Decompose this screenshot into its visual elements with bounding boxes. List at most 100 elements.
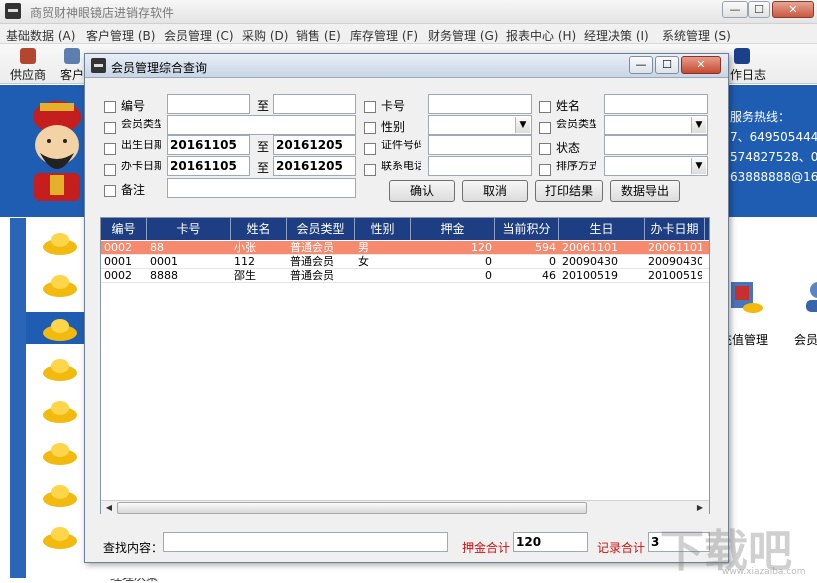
gender-select[interactable]: ▼	[428, 115, 532, 135]
column-header[interactable]: 押金	[411, 218, 495, 240]
table-cell	[358, 269, 408, 283]
sort-select[interactable]: ▼	[604, 156, 708, 176]
gold-ingot-icon[interactable]	[40, 230, 80, 256]
member-type-input[interactable]	[167, 115, 356, 135]
status-checkbox[interactable]	[539, 143, 551, 155]
birthday-checkbox[interactable]	[104, 143, 116, 155]
column-header[interactable]: 当前积分	[495, 218, 559, 240]
status-input[interactable]	[604, 135, 708, 155]
card-date-checkbox[interactable]	[104, 164, 116, 176]
table-cell: 594	[535, 241, 556, 254]
menu-basic-data[interactable]: 基础数据 (A)	[6, 27, 75, 44]
cancel-button[interactable]: 取消	[462, 180, 528, 202]
remark-checkbox[interactable]	[104, 185, 116, 197]
birthday-label: 出生日期	[121, 140, 161, 151]
number-to-input[interactable]	[273, 94, 356, 114]
table-cell: 20061101	[562, 241, 618, 254]
phone-input[interactable]	[428, 156, 532, 176]
column-header[interactable]: 姓名	[231, 218, 287, 240]
gold-ingot-icon[interactable]	[40, 398, 80, 424]
dialog-close-button[interactable]: ✕	[681, 56, 721, 74]
search-input[interactable]	[163, 532, 448, 552]
column-header[interactable]: 卡号	[147, 218, 231, 240]
menu-sales[interactable]: 销售 (E)	[296, 27, 341, 44]
confirm-button[interactable]: 确认	[389, 180, 455, 202]
toolbar-supplier-button[interactable]: 供应商	[10, 66, 46, 83]
member-label[interactable]: 会员	[794, 334, 817, 347]
menu-member[interactable]: 会员管理 (C)	[164, 27, 234, 44]
sidebar-rail	[10, 218, 26, 578]
chevron-down-icon[interactable]: ▼	[691, 117, 706, 133]
scroll-right-icon[interactable]: ▶	[693, 502, 707, 514]
menu-inventory[interactable]: 库存管理 (F)	[350, 27, 418, 44]
member-type-select[interactable]: ▼	[604, 115, 708, 135]
dialog-minimize-button[interactable]: —	[629, 56, 653, 74]
menu-manager[interactable]: 经理决策 (I)	[584, 27, 649, 44]
id-number-checkbox[interactable]	[364, 143, 376, 155]
card-date-from-input[interactable]: 20161105	[167, 156, 250, 176]
gold-ingot-icon[interactable]	[40, 482, 80, 508]
name-input[interactable]	[604, 94, 708, 114]
card-date-to-input[interactable]: 20161205	[273, 156, 356, 176]
scroll-thumb[interactable]	[117, 502, 587, 514]
table-cell: 0001	[150, 255, 178, 268]
table-row[interactable]: 0002 8888 邵生 普通会员 0 46 20100519 20100519	[101, 269, 709, 283]
menu-finance[interactable]: 财务管理 (G)	[428, 27, 498, 44]
scroll-left-icon[interactable]: ◀	[102, 502, 116, 514]
recharge-icon[interactable]	[725, 276, 765, 316]
gold-ingot-icon[interactable]	[40, 272, 80, 298]
gold-ingot-icon[interactable]	[40, 524, 80, 550]
menu-purchase[interactable]: 采购 (D)	[242, 27, 288, 44]
menu-customer[interactable]: 客户管理 (B)	[86, 27, 155, 44]
member-type-checkbox[interactable]	[104, 122, 116, 134]
number-from-input[interactable]	[167, 94, 250, 114]
table-row[interactable]: 0002 88 小张 普通会员 男 120 594 20061101 20061101	[101, 241, 709, 255]
card-date-to-label: 至	[257, 161, 270, 175]
table-cell: 0	[485, 269, 492, 282]
table-row[interactable]: 0001 0001 112 普通会员 女 0 0 20090430 20090430	[101, 255, 709, 269]
print-results-button[interactable]: 打印结果	[535, 180, 603, 202]
column-header[interactable]: 生日	[559, 218, 645, 240]
column-header[interactable]: 编号	[101, 218, 147, 240]
column-header[interactable]: 会员类型	[287, 218, 355, 240]
card-no-checkbox[interactable]	[364, 101, 376, 113]
birthday-from-input[interactable]: 20161105	[167, 135, 250, 155]
card-no-input[interactable]	[428, 94, 532, 114]
dialog-maximize-button[interactable]: ☐	[655, 56, 679, 74]
menu-system[interactable]: 系统管理 (S)	[662, 27, 731, 44]
table-cell: 20061101	[648, 241, 702, 254]
sort-label: 排序方式	[556, 161, 596, 172]
minimize-button[interactable]: —	[722, 1, 748, 18]
menu-reports[interactable]: 报表中心 (H)	[506, 27, 576, 44]
member-results-table[interactable]: 编号 卡号 姓名 会员类型 性别 押金 当前积分 生日 办卡日期 0002 88 小张 普通会员男 12…	[100, 217, 710, 514]
table-cell: 普通会员	[290, 255, 334, 268]
member-icon[interactable]	[798, 276, 817, 316]
export-data-button[interactable]: 数据导出	[610, 180, 680, 202]
maximize-button[interactable]: ☐	[748, 1, 770, 18]
remark-input[interactable]	[167, 178, 356, 198]
name-checkbox[interactable]	[539, 101, 551, 113]
number-checkbox[interactable]	[104, 101, 116, 113]
save-icon	[734, 48, 750, 64]
gender-checkbox[interactable]	[364, 122, 376, 134]
hotline-title: 服务热线：	[730, 110, 791, 124]
gold-ingot-icon[interactable]	[40, 440, 80, 466]
toolbar-customer-button[interactable]: 客户	[60, 66, 84, 83]
phone-checkbox[interactable]	[364, 164, 376, 176]
horizontal-scrollbar[interactable]: ◀ ▶	[101, 500, 709, 514]
column-header[interactable]: 性别	[355, 218, 411, 240]
chevron-down-icon[interactable]: ▼	[691, 158, 706, 174]
table-cell: 8888	[150, 269, 178, 282]
close-button[interactable]: ✕	[772, 1, 814, 18]
toolbar-worklog-button[interactable]: 作日志	[730, 66, 766, 83]
table-cell: 普通会员	[290, 241, 334, 254]
gold-ingot-icon[interactable]	[40, 356, 80, 382]
birthday-to-input[interactable]: 20161205	[273, 135, 356, 155]
chevron-down-icon[interactable]: ▼	[515, 117, 530, 133]
column-header[interactable]: 办卡日期	[645, 218, 705, 240]
id-number-input[interactable]	[428, 135, 532, 155]
menu-bar: 基础数据 (A) 客户管理 (B) 会员管理 (C) 采购 (D) 销售 (E)…	[0, 24, 817, 44]
member-type2-checkbox[interactable]	[539, 122, 551, 134]
gold-ingot-icon[interactable]	[40, 316, 80, 342]
sort-checkbox[interactable]	[539, 164, 551, 176]
